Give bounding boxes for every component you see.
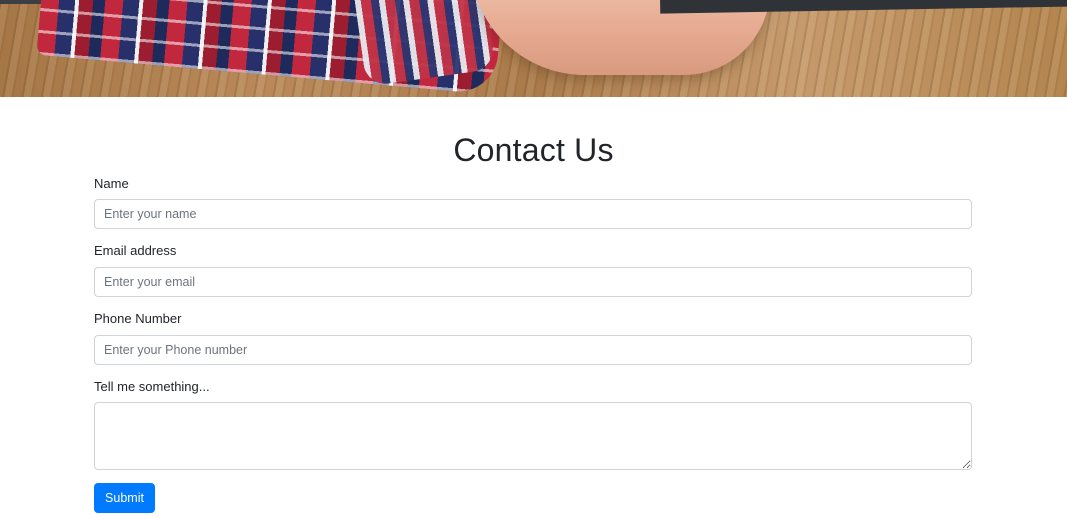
phone-label: Phone Number bbox=[94, 311, 182, 326]
name-input[interactable] bbox=[94, 199, 972, 229]
hero-banner-image bbox=[0, 0, 1067, 97]
tablet-device bbox=[659, 0, 1067, 14]
submit-button[interactable]: Submit bbox=[94, 483, 155, 513]
phone-input[interactable] bbox=[94, 335, 972, 365]
email-input[interactable] bbox=[94, 267, 972, 297]
page-title: Contact Us bbox=[453, 132, 614, 168]
email-label: Email address bbox=[94, 243, 177, 258]
message-label: Tell me something... bbox=[94, 379, 210, 394]
name-label: Name bbox=[94, 176, 129, 191]
message-textarea[interactable] bbox=[94, 402, 972, 470]
